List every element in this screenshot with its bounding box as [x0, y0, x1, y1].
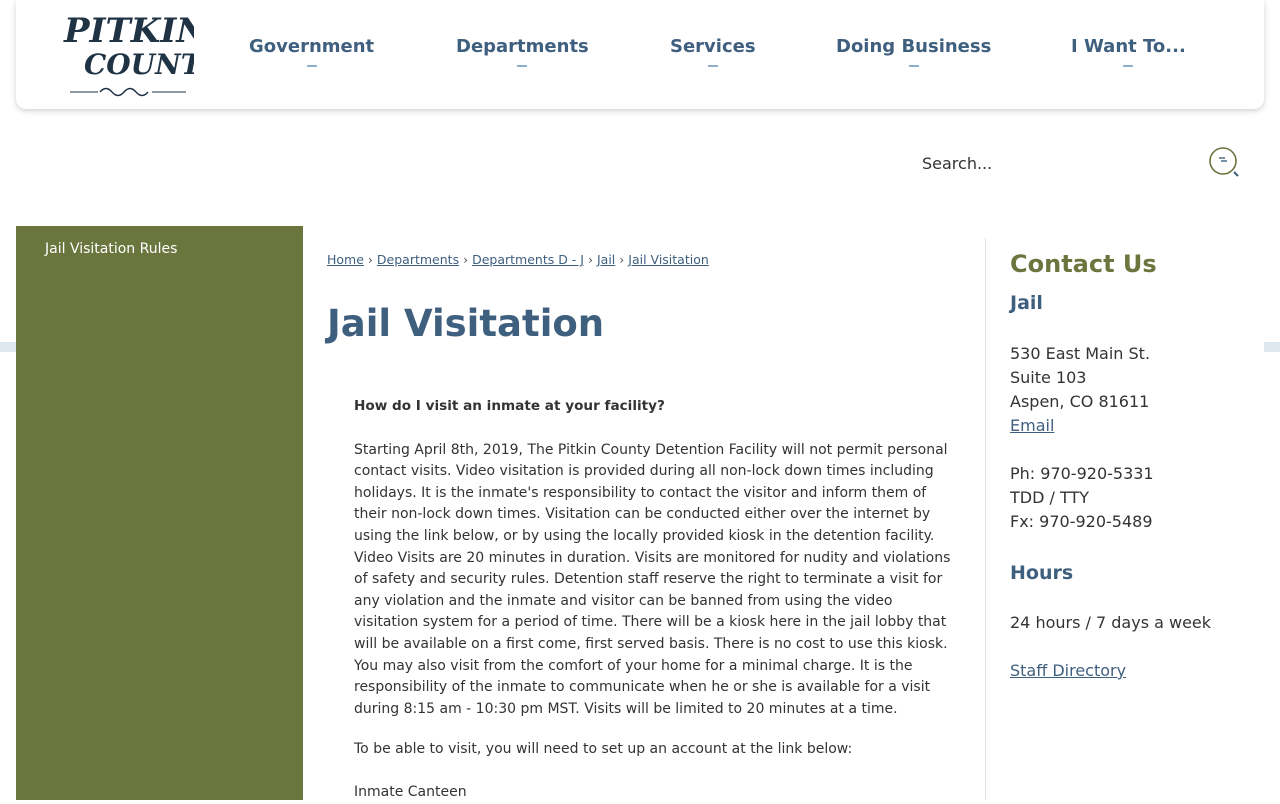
logo-text-line1: PITKIN	[63, 11, 194, 51]
sidebar: Jail Visitation Rules	[16, 226, 303, 800]
nav-government-label: Government	[249, 36, 375, 57]
logo-text-line2: COUNTY	[84, 48, 194, 81]
contact-phones: Ph: 970-920-5331 TDD / TTY Fx: 970-920-5…	[1010, 462, 1250, 534]
breadcrumb-separator: ›	[619, 252, 625, 267]
contact-panel: Contact Us Jail 530 East Main St. Suite …	[1010, 250, 1250, 683]
email-link[interactable]: Email	[1010, 416, 1054, 435]
nav-services[interactable]: Services	[670, 36, 756, 67]
phone-number: Ph: 970-920-5331	[1010, 464, 1154, 483]
search-input[interactable]	[910, 146, 1202, 180]
page-title: Jail Visitation	[327, 302, 605, 345]
breadcrumb: Home › Departments › Departments D - J › Jail ›…	[327, 252, 709, 267]
faq-question: How do I visit an inmate at your facilit…	[354, 398, 665, 414]
nav-departments[interactable]: Departments	[456, 36, 589, 67]
breadcrumb-departments-d-j[interactable]: Departments D - J	[472, 252, 584, 267]
breadcrumb-separator: ›	[367, 252, 373, 267]
nav-i-want-to-label: I Want To...	[1071, 36, 1186, 57]
account-paragraph: To be able to visit, you will need to se…	[354, 741, 853, 758]
breadcrumb-separator: ›	[587, 252, 593, 267]
address-line-2: Suite 103	[1010, 368, 1087, 387]
nav-indicator	[306, 65, 317, 67]
search-icon	[1209, 147, 1239, 177]
search-button[interactable]	[1208, 146, 1242, 180]
breadcrumb-home[interactable]: Home	[327, 252, 364, 267]
search-bar	[910, 140, 1250, 186]
contact-department: Jail	[1010, 292, 1043, 314]
nav-indicator	[707, 65, 718, 67]
nav-doing-business[interactable]: Doing Business	[836, 36, 992, 67]
breadcrumb-departments[interactable]: Departments	[377, 252, 459, 267]
hours-title: Hours	[1010, 562, 1074, 584]
hours-text: 24 hours / 7 days a week	[1010, 613, 1212, 632]
nav-i-want-to[interactable]: I Want To...	[1071, 36, 1186, 67]
nav-services-label: Services	[670, 36, 756, 57]
nav-doing-business-label: Doing Business	[836, 36, 992, 57]
breadcrumb-jail-visitation[interactable]: Jail Visitation	[628, 252, 709, 267]
visitation-paragraph: Starting April 8th, 2019, The Pitkin Cou…	[354, 441, 951, 717]
nav-indicator	[517, 65, 528, 67]
fax-number: Fx: 970-920-5489	[1010, 512, 1153, 531]
contact-title: Contact Us	[1010, 250, 1157, 278]
tdd-tty: TDD / TTY	[1010, 488, 1090, 507]
article-body: How do I visit an inmate at your facilit…	[354, 396, 954, 804]
contact-address: 530 East Main St. Suite 103 Aspen, CO 81…	[1010, 342, 1250, 438]
address-line-3: Aspen, CO 81611	[1010, 392, 1150, 411]
breadcrumb-jail[interactable]: Jail	[597, 252, 615, 267]
inmate-canteen-text: Inmate Canteen	[354, 783, 467, 800]
nav-departments-label: Departments	[456, 36, 589, 57]
sidebar-item-jail-visitation-rules[interactable]: Jail Visitation Rules	[45, 241, 177, 257]
column-divider	[985, 238, 986, 800]
nav-government[interactable]: Government	[249, 36, 375, 67]
address-line-1: 530 East Main St.	[1010, 344, 1151, 363]
breadcrumb-separator: ›	[463, 252, 469, 267]
staff-directory-link[interactable]: Staff Directory	[1010, 661, 1126, 680]
nav-indicator	[1123, 65, 1134, 67]
site-header: PITKIN COUNTY Government Departments Ser…	[16, 0, 1264, 109]
nav-indicator	[908, 65, 919, 67]
pitkin-county-logo[interactable]: PITKIN COUNTY	[62, 8, 194, 100]
